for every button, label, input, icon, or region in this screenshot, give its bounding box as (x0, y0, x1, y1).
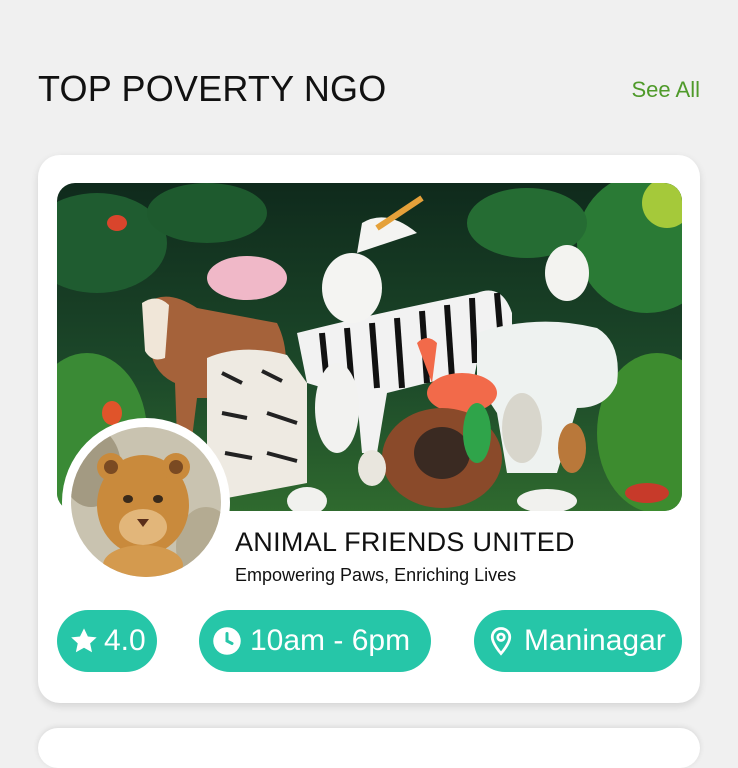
rating-badge[interactable]: 4.0 (57, 610, 157, 672)
location-pin-icon (490, 627, 512, 656)
rating-value: 4.0 (104, 624, 146, 657)
location-badge[interactable]: Maninagar (474, 610, 682, 672)
location-value: Maninagar (524, 624, 666, 657)
star-icon (71, 628, 97, 653)
see-all-link[interactable]: See All (632, 77, 701, 103)
section-title: TOP POVERTY NGO (38, 68, 387, 109)
ngo-avatar (62, 418, 230, 586)
clock-icon (213, 627, 241, 655)
ngo-card-next[interactable] (38, 728, 700, 768)
ngo-tagline: Empowering Paws, Enriching Lives (235, 565, 517, 585)
ngo-card[interactable]: ANIMAL FRIENDS UNITED Empowering Paws, E… (38, 155, 700, 703)
lion-avatar-image (71, 427, 221, 577)
ngo-name: ANIMAL FRIENDS UNITED (235, 527, 575, 557)
hours-badge[interactable]: 10am - 6pm (199, 610, 431, 672)
hours-value: 10am - 6pm (250, 624, 411, 657)
